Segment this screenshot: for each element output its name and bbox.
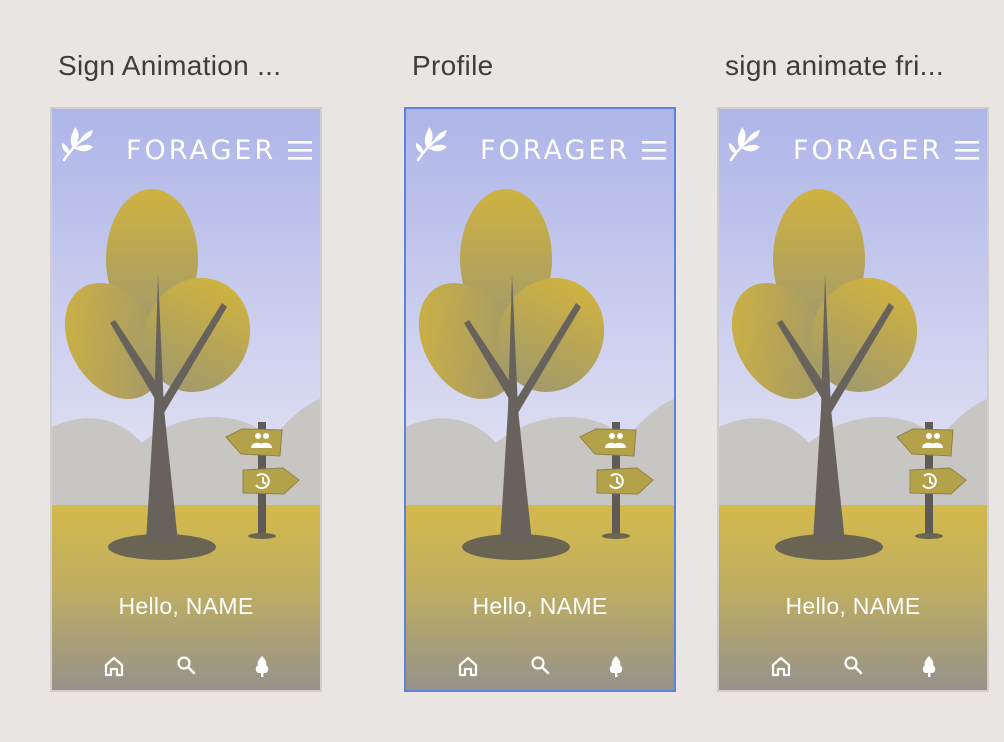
leaf-logo-icon[interactable]: [727, 123, 761, 163]
artboard-title-sign-animate-friends[interactable]: sign animate fri...: [725, 50, 944, 82]
artboard-profile[interactable]: FORAGER Hello, NAME: [404, 107, 676, 692]
hamburger-menu-icon[interactable]: [955, 139, 979, 161]
nav-tree[interactable]: [912, 649, 946, 683]
bottom-nav: [406, 649, 674, 683]
artboard-sign-animation[interactable]: FORAGER Hello, NAME: [50, 107, 322, 692]
artboard-title-sign-animation[interactable]: Sign Animation ...: [58, 50, 281, 82]
app-header: FORAGER: [406, 109, 674, 189]
tree-icon: [255, 656, 269, 677]
search-icon: [177, 656, 196, 675]
app-header: FORAGER: [52, 109, 320, 189]
artboard-title-profile[interactable]: Profile: [412, 50, 493, 82]
nav-home[interactable]: [451, 649, 485, 683]
nav-home[interactable]: [97, 649, 131, 683]
brand-wordmark: FORAGER: [480, 135, 631, 166]
hamburger-menu-icon[interactable]: [288, 139, 312, 161]
nav-search[interactable]: [169, 649, 203, 683]
home-icon: [458, 656, 478, 677]
greeting-text: Hello, NAME: [785, 593, 921, 619]
nav-search[interactable]: [523, 649, 557, 683]
bottom-nav: [52, 649, 320, 683]
app-header: FORAGER: [719, 109, 987, 189]
nav-home[interactable]: [764, 649, 798, 683]
nav-search[interactable]: [836, 649, 870, 683]
leaf-logo-icon[interactable]: [60, 123, 94, 163]
brand-wordmark: FORAGER: [793, 135, 944, 166]
nav-tree[interactable]: [599, 649, 633, 683]
greeting-text: Hello, NAME: [472, 593, 608, 619]
hamburger-menu-icon[interactable]: [642, 139, 666, 161]
home-icon: [104, 656, 124, 677]
tree-icon: [609, 656, 623, 677]
greeting-text: Hello, NAME: [118, 593, 254, 619]
bottom-nav: [719, 649, 987, 683]
tree-icon: [922, 656, 936, 677]
nav-tree[interactable]: [245, 649, 279, 683]
search-icon: [844, 656, 863, 675]
artboard-sign-animate-friends[interactable]: FORAGER Hello, NAME: [717, 107, 989, 692]
search-icon: [531, 656, 550, 675]
leaf-logo-icon[interactable]: [414, 123, 448, 163]
brand-wordmark: FORAGER: [126, 135, 277, 166]
home-icon: [771, 656, 791, 677]
